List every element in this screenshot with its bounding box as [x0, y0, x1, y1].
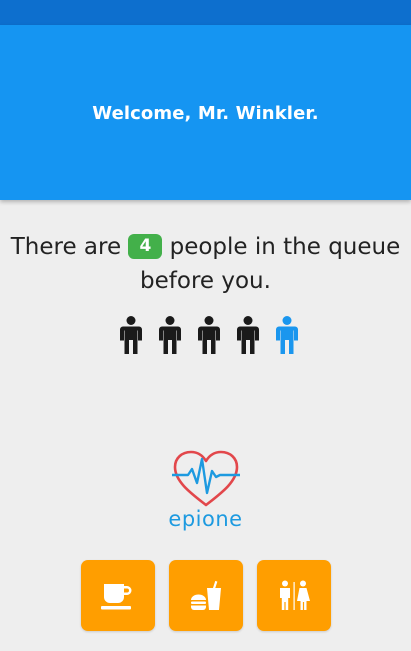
food-drink-icon [191, 580, 221, 610]
person-you-icon [275, 316, 298, 354]
action-bar [0, 560, 411, 631]
queue-text-before: There are [10, 234, 122, 260]
person-icon [119, 316, 142, 354]
welcome-message: Welcome, Mr. Winkler. [92, 103, 319, 124]
coffee-button[interactable] [81, 560, 155, 631]
restroom-button[interactable] [257, 560, 331, 631]
person-icon [197, 316, 220, 354]
person-icon [158, 316, 181, 354]
header: Welcome, Mr. Winkler. [0, 25, 411, 200]
queue-message: There are 4 people in the queue before y… [0, 230, 411, 298]
status-bar [0, 0, 411, 25]
queue-text-after: people in the queue before you. [140, 234, 401, 294]
food-drink-button[interactable] [169, 560, 243, 631]
queue-count-badge: 4 [128, 234, 163, 259]
queue-people-row [0, 316, 411, 354]
person-icon [236, 316, 259, 354]
epione-logo: epione [0, 450, 411, 531]
restroom-icon [280, 580, 310, 610]
coffee-cup-icon [101, 583, 132, 609]
logo-wordmark: epione [168, 507, 243, 531]
heart-pulse-icon [171, 450, 240, 507]
